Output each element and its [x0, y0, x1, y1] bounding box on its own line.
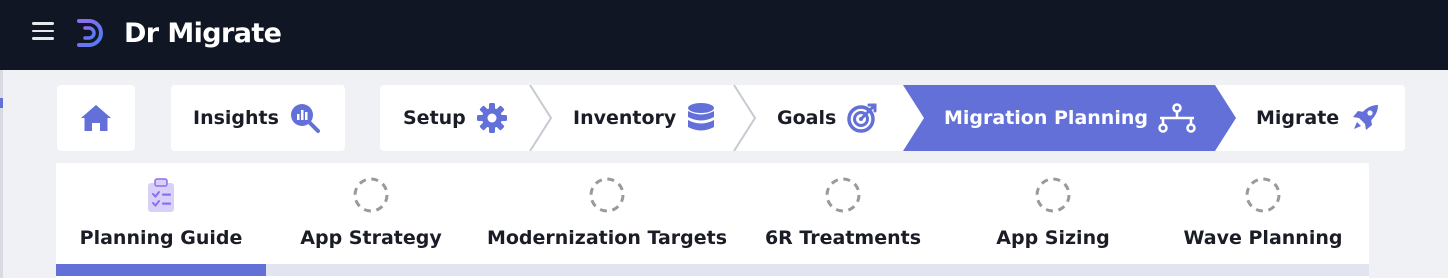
analytics-search-icon — [289, 102, 321, 134]
step-setup[interactable]: Setup — [403, 85, 508, 151]
tab-planning-guide[interactable]: Planning Guide — [71, 163, 251, 263]
hamburger-menu-icon[interactable] — [32, 22, 54, 40]
target-icon — [846, 102, 878, 134]
tab-app-sizing-label: App Sizing — [996, 227, 1110, 249]
step-migration-planning-label: Migration Planning — [944, 107, 1148, 129]
stepper-background — [380, 85, 1405, 151]
home-icon — [81, 105, 111, 131]
pending-circle-icon — [1245, 177, 1281, 213]
pending-circle-icon — [353, 177, 389, 213]
tab-modernization-targets-label: Modernization Targets — [486, 227, 728, 249]
clipboard-checklist-icon — [148, 178, 174, 212]
tab-6r-treatments[interactable]: 6R Treatments — [753, 163, 933, 263]
step-goals-label: Goals — [777, 107, 837, 129]
database-icon — [686, 102, 716, 134]
tab-planning-guide-label: Planning Guide — [79, 227, 243, 249]
rocket-icon — [1349, 102, 1381, 134]
window-edge-marker — [0, 98, 3, 108]
home-button[interactable] — [57, 85, 135, 151]
workflow-stepper: Setup Inventory Goals Migration Planning… — [380, 85, 1405, 151]
tab-modernization-targets[interactable]: Modernization Targets — [472, 163, 742, 263]
tab-6r-treatments-label: 6R Treatments — [764, 227, 922, 249]
gear-icon — [476, 102, 508, 134]
pending-circle-icon — [1035, 177, 1071, 213]
sitemap-icon — [1158, 103, 1196, 133]
step-goals[interactable]: Goals — [777, 85, 878, 151]
tab-active-indicator — [56, 264, 266, 276]
step-setup-label: Setup — [403, 107, 466, 129]
planning-subnav: Planning Guide App Strategy Modernizatio… — [56, 163, 1369, 278]
tab-app-sizing[interactable]: App Sizing — [963, 163, 1143, 263]
app-title: Dr Migrate — [124, 18, 282, 49]
top-navbar: Dr Migrate — [0, 0, 1448, 70]
step-inventory-label: Inventory — [573, 107, 677, 129]
pending-circle-icon — [589, 177, 625, 213]
tab-wave-planning-label: Wave Planning — [1183, 227, 1343, 249]
step-migrate[interactable]: Migrate — [1256, 85, 1381, 151]
tab-app-strategy[interactable]: App Strategy — [281, 163, 461, 263]
step-inventory[interactable]: Inventory — [573, 85, 716, 151]
insights-label: Insights — [193, 107, 279, 129]
tab-app-strategy-label: App Strategy — [300, 227, 442, 249]
step-migration-planning[interactable]: Migration Planning — [944, 85, 1196, 151]
dr-migrate-logo-icon — [77, 19, 103, 47]
pending-circle-icon — [825, 177, 861, 213]
tab-wave-planning[interactable]: Wave Planning — [1168, 163, 1358, 263]
insights-button[interactable]: Insights — [171, 85, 345, 151]
step-migrate-label: Migrate — [1256, 107, 1340, 129]
